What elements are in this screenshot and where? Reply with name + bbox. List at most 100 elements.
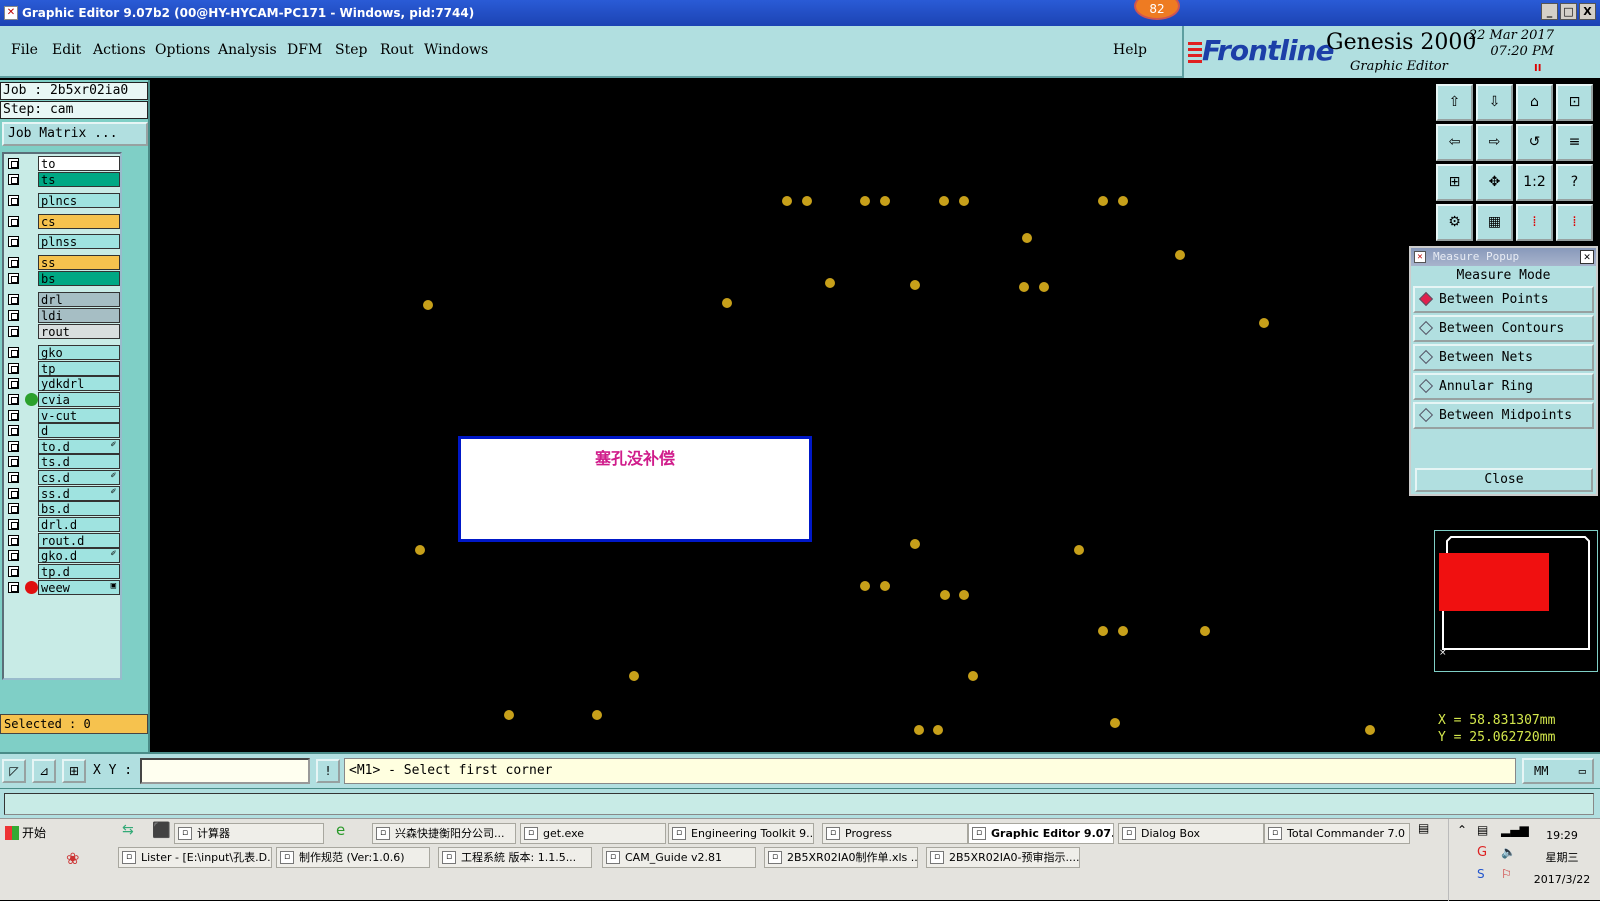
taskbar-button[interactable]: ▫ 计算器 [174,823,324,844]
measure-popup-close-icon[interactable]: ✕ [1580,250,1594,264]
language-bar-icon[interactable]: ▤ [1418,821,1429,835]
pcb-pad[interactable] [940,590,950,600]
layer-name[interactable]: ydkdrl [38,376,120,391]
layer-row[interactable]: to [6,156,120,171]
zoom-window-icon[interactable]: ↺ [1516,124,1553,161]
measure-close-button[interactable]: Close [1415,468,1593,492]
pcb-pad[interactable] [504,710,514,720]
layer-name[interactable]: ldi [38,308,120,323]
layer-compare-icon[interactable]: ⁞ [1516,204,1553,241]
pcb-pad[interactable] [968,671,978,681]
menu-file[interactable]: File [11,42,38,58]
pcb-pad[interactable] [802,196,812,206]
layer-row[interactable]: plnss [6,234,120,249]
taskbar-button[interactable]: ▫ CAM_Guide v2.81 [602,847,756,868]
pcb-pad[interactable] [910,280,920,290]
layer-name[interactable]: cvia [38,392,120,407]
layer-checkbox[interactable] [8,294,19,305]
zoom-home-icon[interactable]: ⇧ [1436,84,1473,121]
layer-row[interactable]: cs [6,214,120,229]
menu-actions[interactable]: Actions [93,42,146,58]
xy-input[interactable] [140,758,310,784]
units-select[interactable]: MM ▭ [1522,758,1594,784]
net-compare-icon[interactable]: ⁞ [1556,204,1593,241]
layer-row[interactable]: v-cut [6,408,120,423]
pcb-pad[interactable] [592,710,602,720]
menu-help[interactable]: Help [1113,42,1147,58]
layer-name[interactable]: drl.d [38,517,120,532]
layer-checkbox[interactable] [8,566,19,577]
layer-checkbox[interactable] [8,257,19,268]
pcb-pad[interactable] [1022,233,1032,243]
pan-right-icon[interactable]: ⇨ [1476,124,1513,161]
taskbar-button[interactable]: ▫ Progress [822,823,968,844]
layer-checkbox[interactable] [8,195,19,206]
layer-row[interactable]: cs.d ✐ [6,470,120,485]
layer-checkbox[interactable] [8,363,19,374]
taskbar-button[interactable]: ▫ Total Commander 7.0 ... [1264,823,1410,844]
layer-row[interactable]: to.d ✐ [6,439,120,454]
layer-name[interactable]: tp [38,361,120,376]
layer-name[interactable]: plnss [38,234,120,249]
pcb-pad[interactable] [1098,196,1108,206]
layer-name[interactable]: ts [38,172,120,187]
tray-expand-icon[interactable]: ⌃ [1457,823,1467,837]
layer-checkbox[interactable] [8,519,19,530]
pcb-pad[interactable] [1365,725,1375,735]
measure-option-between-contours[interactable]: Between Contours [1413,315,1594,342]
menu-step[interactable]: Step [335,42,367,58]
layer-name[interactable]: drl [38,292,120,307]
pcb-pad[interactable] [880,581,890,591]
pcb-pad[interactable] [1118,196,1128,206]
layer-checkbox[interactable] [8,488,19,499]
layer-name[interactable]: ss [38,255,120,270]
menu-dfm[interactable]: DFM [287,42,322,58]
layer-name[interactable]: bs [38,271,120,286]
layer-name[interactable]: plncs [38,193,120,208]
pcb-pad[interactable] [1175,250,1185,260]
pcb-pad[interactable] [1259,318,1269,328]
layer-row[interactable]: ss.d ✐ [6,486,120,501]
menu-edit[interactable]: Edit [52,42,81,58]
grid-icon[interactable]: ▦ [1476,204,1513,241]
layer-row[interactable]: weew ▣ [6,580,120,595]
pcb-pad[interactable] [1098,626,1108,636]
clock[interactable]: 19:29 星期三 2017/3/22 [1527,825,1597,891]
layer-checkbox[interactable] [8,441,19,452]
layer-name[interactable]: bs.d [38,501,120,516]
pcb-pad[interactable] [415,545,425,555]
taskbar-button[interactable]: ▫ 制作规范 (Ver:1.0.6) [276,847,430,868]
layer-checkbox[interactable] [8,216,19,227]
pcb-pad[interactable] [914,725,924,735]
layer-row[interactable]: ldi [6,308,120,323]
layer-checkbox[interactable] [8,158,19,169]
zoom-all-icon[interactable]: ⊞ [1436,164,1473,201]
taskbar-button[interactable]: ▫ Lister - [E:\input\孔表.D... [118,847,272,868]
pcb-pad[interactable] [1074,545,1084,555]
maximize-button[interactable]: □ [1560,3,1577,20]
layer-checkbox[interactable] [8,310,19,321]
pcb-pad[interactable] [825,278,835,288]
layer-row[interactable]: ydkdrl [6,376,120,391]
layer-row[interactable]: bs [6,271,120,286]
one-to-one-icon[interactable]: 1:2 [1516,164,1553,201]
pcb-pad[interactable] [860,196,870,206]
taskbar-button[interactable]: ▫ Graphic Editor 9.07... [968,823,1114,844]
taskbar-button[interactable]: ▫ get.exe [520,823,666,844]
tray-app-icon[interactable]: ⚐ [1501,867,1512,881]
pcb-pad[interactable] [1039,282,1049,292]
layer-checkbox[interactable] [8,472,19,483]
taskbar-button[interactable]: ▫ 兴森快捷衡阳分公司... [372,823,516,844]
pcb-pad[interactable] [629,671,639,681]
info-icon[interactable]: ! [316,759,340,783]
graphic-canvas[interactable]: 塞孔没补偿 [152,80,1404,752]
layer-name[interactable]: v-cut [38,408,120,423]
layer-name[interactable]: rout [38,324,120,339]
pcb-pad[interactable] [1019,282,1029,292]
layer-checkbox[interactable] [8,326,19,337]
pdf-icon[interactable]: ⬛ [152,821,171,839]
layer-row[interactable]: gko [6,345,120,360]
layer-row[interactable]: bs.d [6,501,120,516]
quick-launch-icon[interactable]: ⇆ [122,822,134,838]
pcb-pad[interactable] [782,196,792,206]
